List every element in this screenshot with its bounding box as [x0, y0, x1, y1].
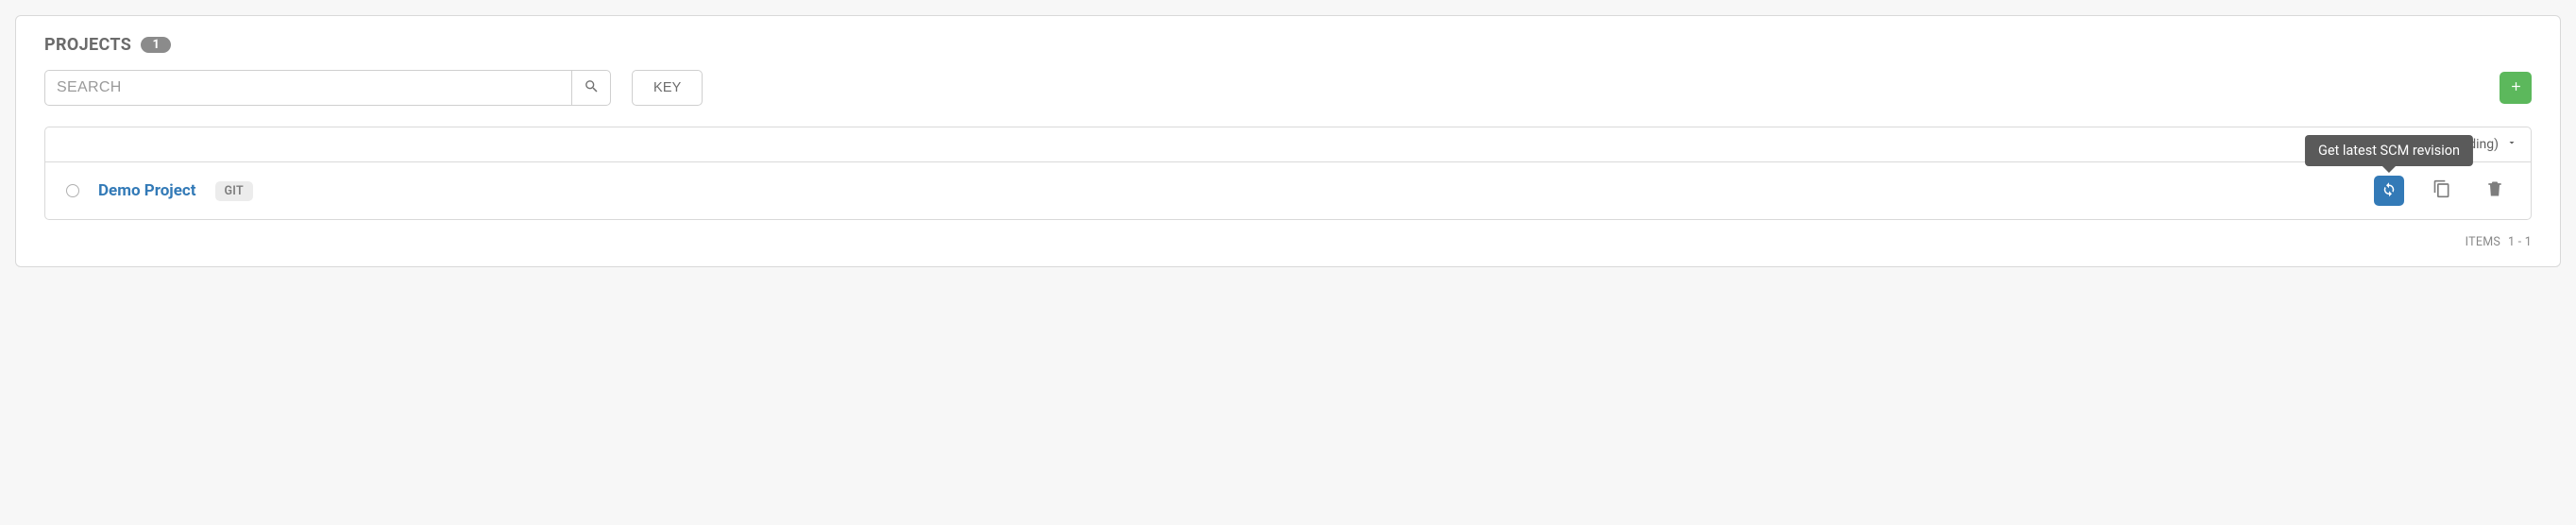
- refresh-scm-button[interactable]: Get latest SCM revision: [2374, 176, 2404, 206]
- toolbar: KEY: [44, 70, 2532, 106]
- search-group: [44, 70, 611, 106]
- add-project-button[interactable]: [2500, 72, 2532, 104]
- projects-card: PROJECTS 1 KEY ending): [15, 15, 2561, 267]
- table-row: Demo Project GIT Get latest SCM revision: [45, 162, 2531, 219]
- sort-label: ending): [2454, 137, 2499, 152]
- items-range: 1 - 1: [2508, 235, 2532, 249]
- copy-project-button[interactable]: [2427, 176, 2457, 206]
- trash-icon: [2485, 179, 2504, 202]
- scm-badge: GIT: [215, 181, 253, 201]
- sort-select[interactable]: ending): [2454, 137, 2517, 152]
- delete-project-button[interactable]: [2480, 176, 2510, 206]
- status-indicator: [66, 184, 79, 197]
- refresh-icon: [2381, 180, 2398, 201]
- items-label: ITEMS: [2466, 235, 2500, 249]
- project-name-link[interactable]: Demo Project: [98, 181, 196, 200]
- key-button[interactable]: KEY: [632, 70, 703, 106]
- copy-icon: [2432, 179, 2451, 202]
- count-badge: 1: [141, 37, 171, 53]
- page-title: PROJECTS: [44, 35, 131, 55]
- projects-list: ending) Demo Project GIT Get latest SCM …: [44, 127, 2532, 220]
- list-footer: ITEMS 1 - 1: [44, 220, 2532, 249]
- search-button[interactable]: [571, 70, 611, 106]
- search-input[interactable]: [44, 70, 571, 106]
- list-header: ending): [45, 127, 2531, 162]
- search-icon: [584, 78, 600, 97]
- chevron-down-icon: [2506, 137, 2517, 152]
- card-header: PROJECTS 1: [44, 35, 2532, 55]
- row-actions: Get latest SCM revision: [2374, 176, 2510, 206]
- plus-icon: [2509, 79, 2523, 96]
